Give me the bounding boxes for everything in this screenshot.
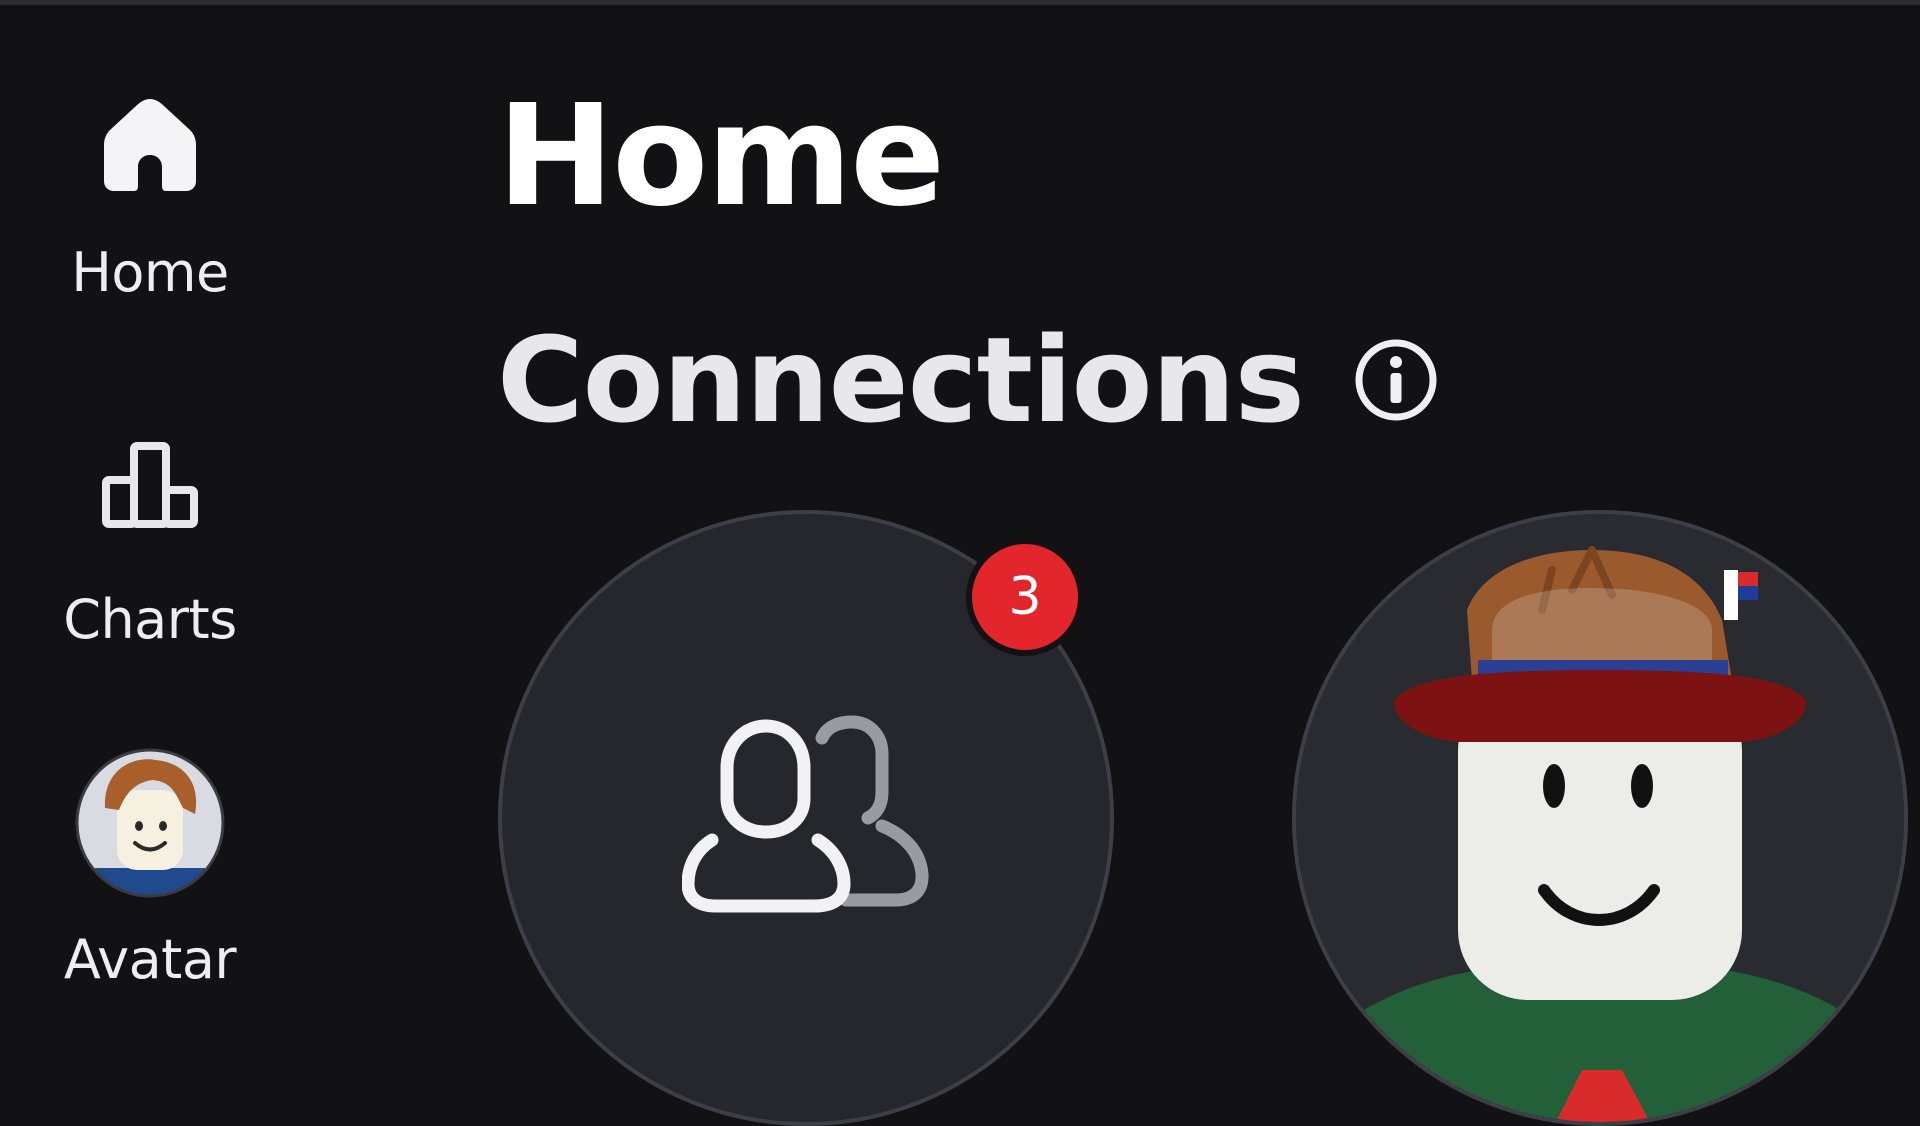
friend-avatar-tile[interactable] (1292, 510, 1908, 1126)
sidebar: Home Charts Avatar (0, 0, 300, 1080)
avatar-thumbnail (75, 748, 225, 898)
sidebar-item-label: Charts (63, 588, 237, 651)
connections-header: Connections (497, 310, 1438, 450)
sidebar-item-home[interactable]: Home (0, 95, 300, 304)
info-icon[interactable] (1354, 338, 1438, 422)
sidebar-item-label: Home (71, 241, 229, 304)
people-icon (682, 715, 929, 913)
notification-badge: 3 (966, 538, 1084, 656)
friend-avatar (1296, 514, 1904, 1122)
sidebar-item-label: Avatar (63, 928, 237, 991)
section-title: Connections (497, 311, 1305, 449)
bar-chart-icon (102, 442, 198, 528)
page-title: Home (497, 75, 945, 238)
home-icon (104, 99, 196, 191)
sidebar-item-charts[interactable]: Charts (0, 440, 300, 651)
sidebar-item-avatar[interactable]: Avatar (0, 748, 300, 991)
